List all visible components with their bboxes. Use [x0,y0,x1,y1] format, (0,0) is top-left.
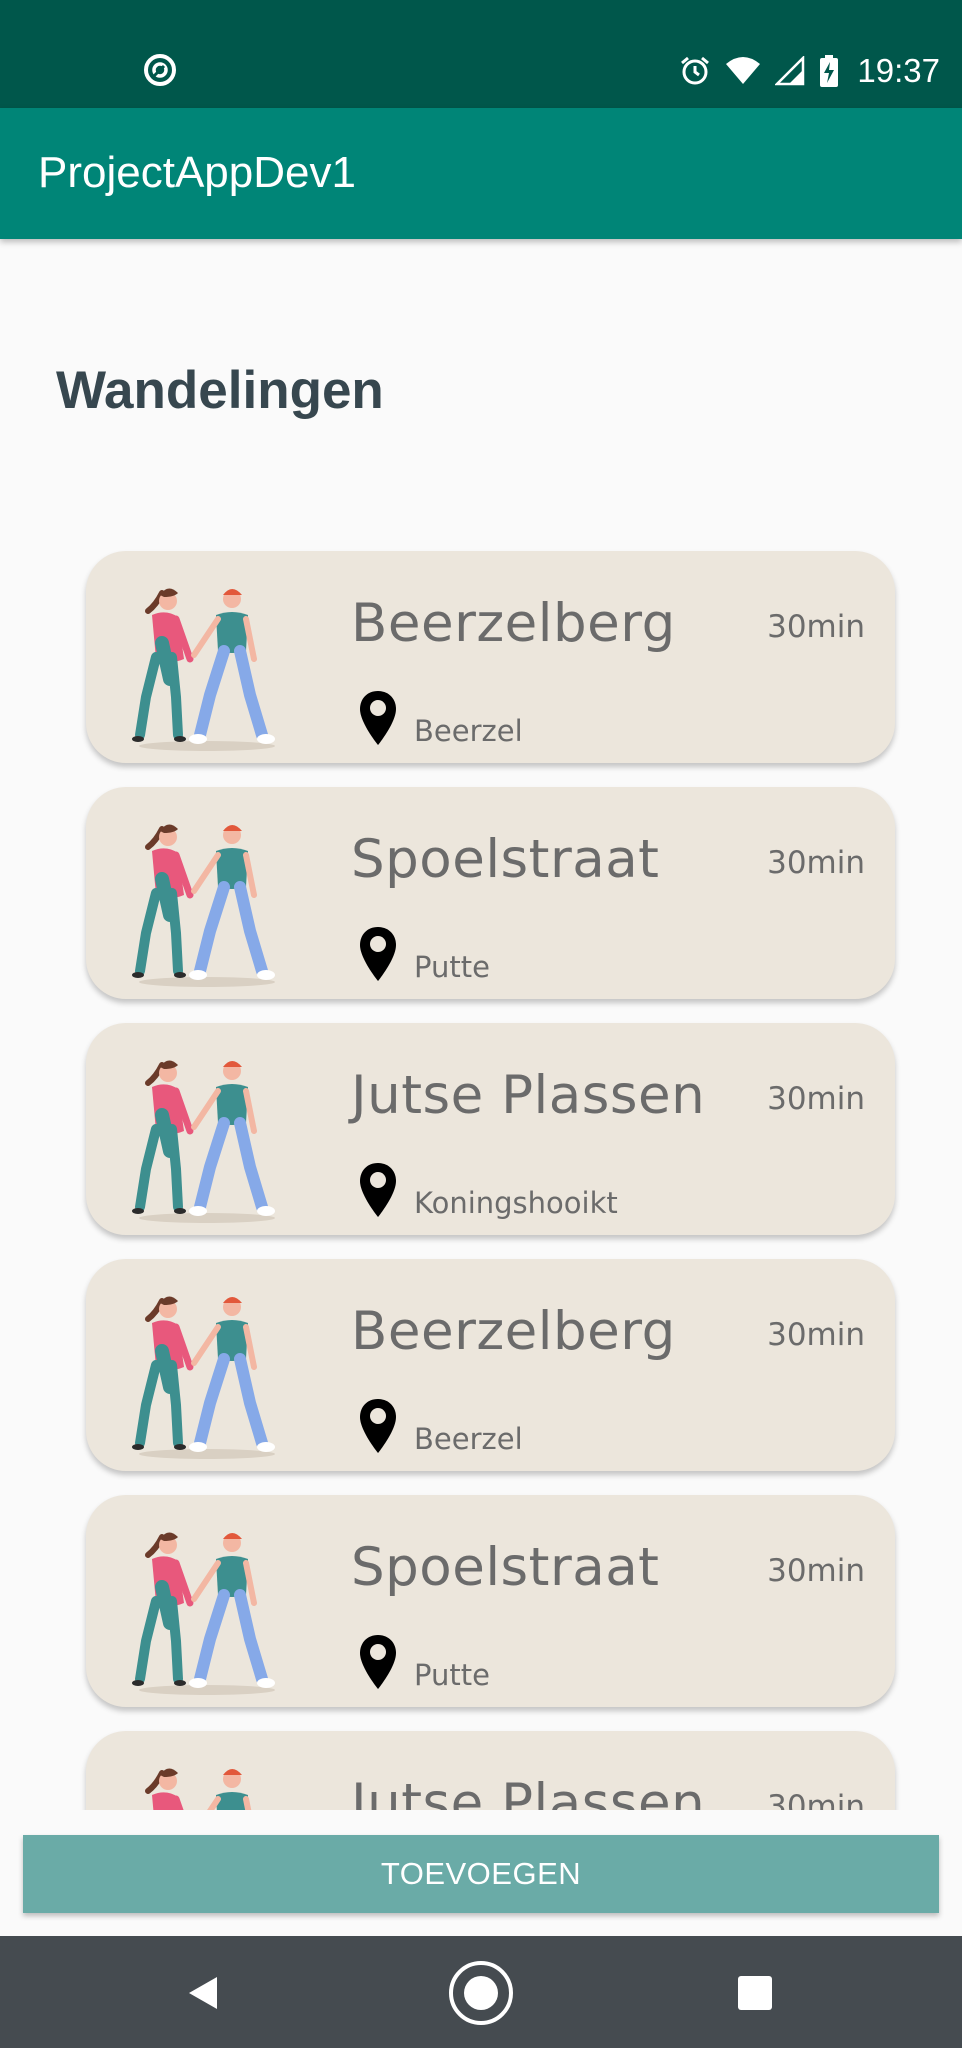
walk-name: Jutse Plassen [351,1773,706,1810]
recents-icon [738,1976,772,2010]
walk-name: Spoelstraat [351,829,660,890]
walk-card[interactable]: Beerzelberg 30min Beerzel [86,1259,895,1471]
walking-people-illustration [132,1532,275,1695]
walk-card[interactable]: Jutse Plassen30min Koningshooikt [86,1731,895,1810]
walk-location: Putte [414,950,490,984]
walking-people-illustration [132,1296,275,1459]
walk-location: Koningshooikt [414,1186,618,1220]
location-pin-icon [360,1163,396,1217]
walk-card[interactable]: Beerzelberg 30min Beerzel [86,551,895,763]
back-icon [189,1977,217,2009]
walk-duration: 30min [767,1553,865,1589]
vpn-key-icon [144,54,176,86]
walk-duration: 30min [767,1789,865,1810]
walk-location: Beerzel [414,714,523,748]
walking-people-illustration [132,824,275,987]
walk-card[interactable]: Spoelstraat 30min Putte [86,1495,895,1707]
walk-card[interactable]: Spoelstraat 30min Putte [86,787,895,999]
add-walk-button[interactable]: TOEVOEGEN [23,1835,939,1913]
home-icon [449,1961,513,2025]
walk-list[interactable]: Beerzelberg 30min Beerzel Spoelstraat 30mi… [0,548,962,1810]
walk-name: Jutse Plassen [351,1065,706,1126]
walk-name: Beerzelberg [351,1301,676,1362]
status-bar: 19:37 [0,0,962,108]
wifi-icon [726,57,761,84]
walk-location: Putte [414,1658,490,1692]
walking-people-illustration [132,588,275,751]
back-button[interactable] [168,1958,238,2028]
battery-charging-icon [820,55,839,87]
location-pin-icon [360,927,396,981]
clock: 19:37 [857,52,940,89]
location-pin-icon [360,1635,396,1689]
location-pin-icon [360,691,396,745]
recents-button[interactable] [720,1958,790,2028]
home-button[interactable] [446,1958,516,2028]
walk-duration: 30min [767,609,865,645]
walk-duration: 30min [767,845,865,881]
signal-icon [775,56,805,86]
walk-location: Beerzel [414,1422,523,1456]
alarm-icon [681,56,710,85]
walk-card[interactable]: Jutse Plassen 30min Koningshooikt [86,1023,895,1235]
app-title: ProjectAppDev1 [38,148,356,197]
walk-duration: 30min [767,1081,865,1117]
navigation-bar [0,1936,962,2048]
location-pin-icon [360,1399,396,1453]
walking-people-illustration [132,1060,275,1223]
walk-name: Beerzelberg [351,593,676,654]
walk-duration: 30min [767,1317,865,1353]
walk-name: Spoelstraat [351,1537,660,1598]
page-title: Wandelingen [56,361,384,420]
app-bar: ProjectAppDev1 [0,108,962,239]
walking-people-illustration [145,1768,252,1810]
